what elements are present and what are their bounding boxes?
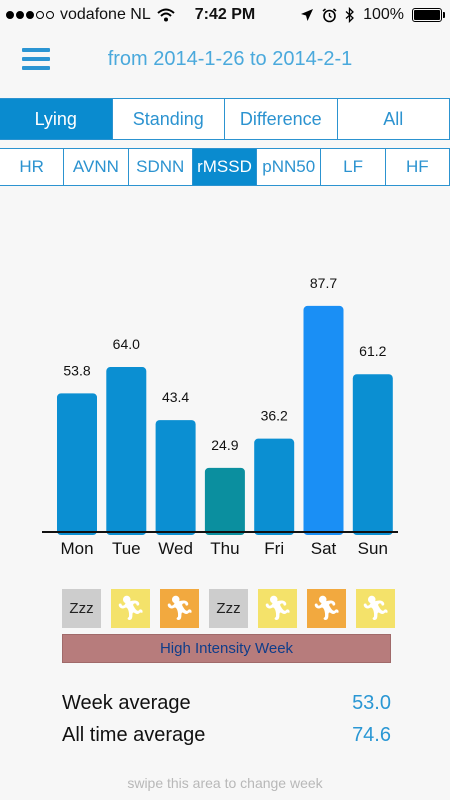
bar-value-label: 43.4 [162, 389, 189, 405]
runner-icon: 🏃︎ [160, 589, 199, 628]
date-range-title: from 2014-1-26 to 2014-2-1 [107, 48, 353, 70]
bluetooth-icon [345, 7, 355, 23]
x-tick-label: Mon [60, 539, 93, 558]
alarm-icon [322, 7, 337, 22]
bar-fri[interactable] [254, 438, 295, 535]
runner-icon: 🏃︎ [111, 589, 150, 628]
x-tick-label: Sun [358, 539, 388, 558]
bar-thu[interactable] [204, 467, 245, 535]
bar-wed[interactable] [155, 420, 196, 535]
sleep-icon: Zzz [209, 589, 248, 628]
week-average-value: 53.0 [352, 692, 391, 714]
metric-tab-pnn50[interactable]: pNN50 [256, 148, 322, 186]
position-tabs: Lying Standing Difference All [0, 98, 450, 140]
bar-value-label: 24.9 [211, 437, 238, 453]
x-tick-label: Fri [264, 539, 284, 558]
location-icon [301, 9, 314, 21]
metric-tab-lf[interactable]: LF [320, 148, 386, 186]
bar-mon[interactable] [57, 393, 97, 535]
sleep-icon: Zzz [62, 589, 101, 628]
bar-value-label: 61.2 [359, 343, 386, 359]
status-bar: vodafone NL 7:42 PM 100% [0, 0, 450, 32]
x-tick-label: Tue [112, 539, 141, 558]
metric-tabs: HR AVNN SDNN rMSSD pNN50 LF HF [0, 148, 450, 186]
swipe-hint: swipe this area to change week [127, 775, 323, 791]
all-time-average-row: All time average 74.6 [62, 724, 391, 747]
x-tick-label: Sat [311, 539, 337, 558]
metric-tab-sdnn[interactable]: SDNN [127, 148, 193, 186]
all-time-average-value: 74.6 [352, 724, 391, 746]
metric-tab-rmssd[interactable]: rMSSD [191, 148, 258, 186]
tab-lying[interactable]: Lying [0, 98, 113, 140]
weekly-bar-chart[interactable]: 53.8 Mon 64.0 Tue 43.4 Wed 24.9 Thu 36.2 Fri 87.7 S… [0, 262, 450, 562]
week-average-label: Week average [62, 692, 191, 714]
runner-icon: 🏃︎ [356, 589, 395, 628]
x-tick-label: Wed [158, 539, 193, 558]
week-average-row: Week average 53.0 [62, 692, 391, 715]
bar-sat[interactable] [303, 305, 344, 535]
status-right: 100% [300, 6, 445, 24]
tab-standing[interactable]: Standing [111, 98, 225, 140]
battery-icon [412, 8, 445, 22]
x-tick-label: Thu [210, 539, 239, 558]
runner-icon: 🏃︎ [258, 589, 297, 628]
metric-tab-hr[interactable]: HR [0, 148, 65, 186]
bar-value-label: 87.7 [310, 275, 337, 291]
tab-all[interactable]: All [336, 98, 450, 140]
metric-tab-hf[interactable]: HF [384, 148, 450, 186]
tab-difference[interactable]: Difference [224, 98, 338, 140]
bar-value-label: 64.0 [113, 336, 140, 352]
runner-icon: 🏃︎ [307, 589, 346, 628]
menu-icon[interactable] [22, 48, 50, 70]
bar-sun[interactable] [352, 374, 393, 535]
week-intensity-banner: High Intensity Week [62, 634, 391, 663]
battery-percent: 100% [363, 6, 404, 23]
bar-value-label: 53.8 [63, 362, 90, 378]
bar-value-label: 36.2 [261, 408, 288, 424]
intensity-row: Zzz 🏃︎ 🏃︎ Zzz 🏃︎ 🏃︎ 🏃︎ [62, 589, 395, 628]
bar-tue[interactable] [106, 367, 147, 535]
metric-tab-avnn[interactable]: AVNN [63, 148, 129, 186]
all-time-average-label: All time average [62, 724, 206, 746]
